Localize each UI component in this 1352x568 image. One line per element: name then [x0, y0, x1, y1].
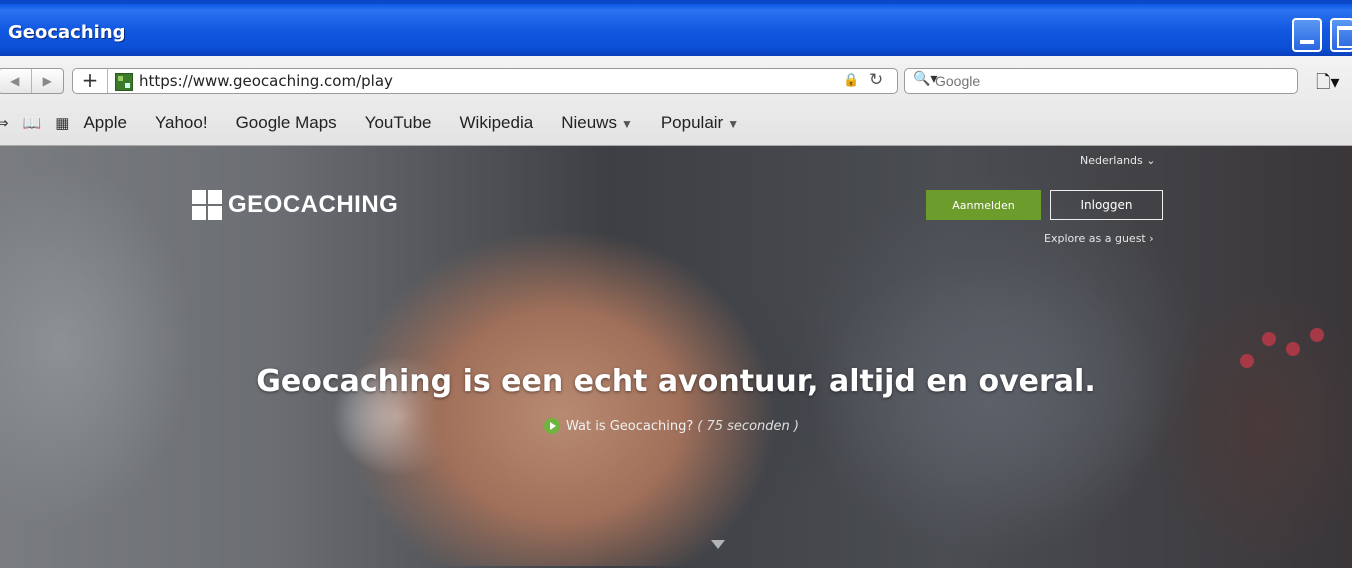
login-button[interactable]: Inloggen: [1050, 190, 1163, 220]
search-bar[interactable]: 🔍▾: [904, 68, 1298, 94]
bookmark-wikipedia[interactable]: Wikipedia: [460, 113, 534, 133]
bookmarks-bar: ⇒ 📖 ▦ Apple Yahoo! Google Maps YouTube W…: [0, 106, 767, 140]
scroll-down-icon[interactable]: [711, 540, 725, 549]
add-bookmark-icon[interactable]: +: [73, 69, 108, 93]
bookmark-nieuws-label: Nieuws: [561, 113, 617, 132]
bookmark-apple[interactable]: Apple: [83, 113, 126, 133]
chevron-down-icon: ▼: [620, 117, 633, 131]
bookmark-populair-label: Populair: [660, 113, 724, 132]
browser-toolbar: ◀ ▶ + https://www.geocaching.com/play 🔒 …: [0, 56, 1352, 146]
minimize-button[interactable]: [1292, 18, 1322, 52]
video-link-label[interactable]: Wat is Geocaching?: [566, 419, 693, 434]
geocaching-logo-icon: [192, 190, 222, 220]
url-text[interactable]: https://www.geocaching.com/play: [139, 72, 393, 90]
top-sites-grid-icon[interactable]: ▦: [55, 114, 69, 132]
bookmark-youtube[interactable]: YouTube: [365, 113, 432, 133]
hero-section: GEOCACHING Nederlands ⌄ Aanmelden Inlogg…: [0, 146, 1352, 568]
chevron-down-icon: ▼: [727, 117, 740, 131]
reload-icon[interactable]: ↻: [869, 70, 883, 90]
video-link[interactable]: Wat is Geocaching? ( 75 seconden ): [544, 418, 799, 434]
forward-icon[interactable]: ▶: [32, 69, 64, 93]
site-favicon-icon: [115, 73, 133, 91]
page-menu-icon[interactable]: 🗋▾: [1316, 70, 1340, 100]
address-bar[interactable]: + https://www.geocaching.com/play 🔒 ↻: [72, 68, 898, 94]
window-titlebar: Geocaching: [0, 0, 1352, 56]
hero-headline: Geocaching is een echt avontuur, altijd …: [256, 364, 1096, 399]
lock-icon: 🔒: [843, 73, 860, 88]
signup-button[interactable]: Aanmelden: [926, 190, 1041, 220]
search-input[interactable]: [933, 71, 1287, 91]
reading-list-icon[interactable]: 📖: [23, 114, 42, 132]
play-icon[interactable]: [544, 418, 560, 434]
video-duration: ( 75 seconden ): [697, 418, 799, 434]
language-selector[interactable]: Nederlands ⌄: [1080, 154, 1155, 167]
bookmark-nieuws[interactable]: Nieuws ▼: [561, 113, 633, 133]
explore-guest-link[interactable]: Explore as a guest ›: [1044, 232, 1154, 245]
logo-text: GEOCACHING: [228, 191, 399, 218]
back-icon[interactable]: ◀: [0, 69, 32, 93]
rss-icon[interactable]: ⇒: [0, 114, 9, 132]
bookmark-yahoo[interactable]: Yahoo!: [155, 113, 208, 133]
maximize-button[interactable]: [1330, 18, 1352, 52]
bookmark-populair[interactable]: Populair ▼: [661, 113, 739, 133]
window-title: Geocaching: [8, 22, 126, 43]
bookmark-google-maps[interactable]: Google Maps: [236, 113, 337, 133]
nav-buttons: ◀ ▶: [0, 68, 64, 94]
site-logo[interactable]: GEOCACHING: [192, 190, 398, 220]
